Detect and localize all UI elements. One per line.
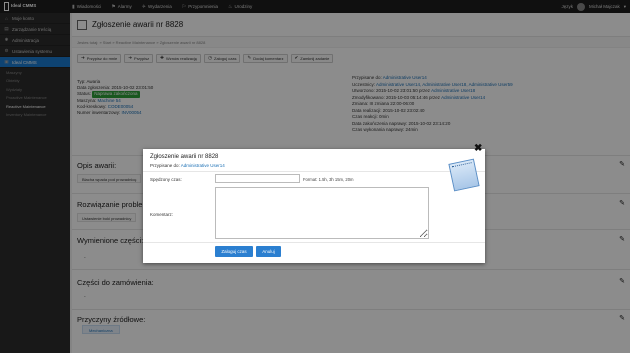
time-spent-label: Spędzony czas: xyxy=(150,177,182,182)
time-spent-input[interactable] xyxy=(215,174,300,183)
dialog-assigned: Przypisane do: Administrative User14 xyxy=(150,163,225,168)
assigned-label: Przypisane do: xyxy=(150,163,180,168)
log-time-submit-button[interactable]: Zaloguj czas xyxy=(215,246,253,257)
assigned-link[interactable]: Administrative User14 xyxy=(181,163,225,168)
log-time-dialog: Zgłoszenie awarii nr 8828 Przypisane do:… xyxy=(143,149,485,263)
calendar-icon xyxy=(448,158,480,192)
divider xyxy=(143,242,485,243)
dialog-title: Zgłoszenie awarii nr 8828 xyxy=(150,154,219,160)
time-format-hint: Format: 1.5h, 3h 15m, 20m xyxy=(303,177,354,182)
close-icon[interactable]: ✖ xyxy=(474,143,482,154)
comment-label: Komentarz: xyxy=(150,212,174,217)
cancel-button[interactable]: Anuluj xyxy=(256,246,281,257)
comment-textarea[interactable] xyxy=(215,187,429,239)
divider xyxy=(143,171,485,172)
